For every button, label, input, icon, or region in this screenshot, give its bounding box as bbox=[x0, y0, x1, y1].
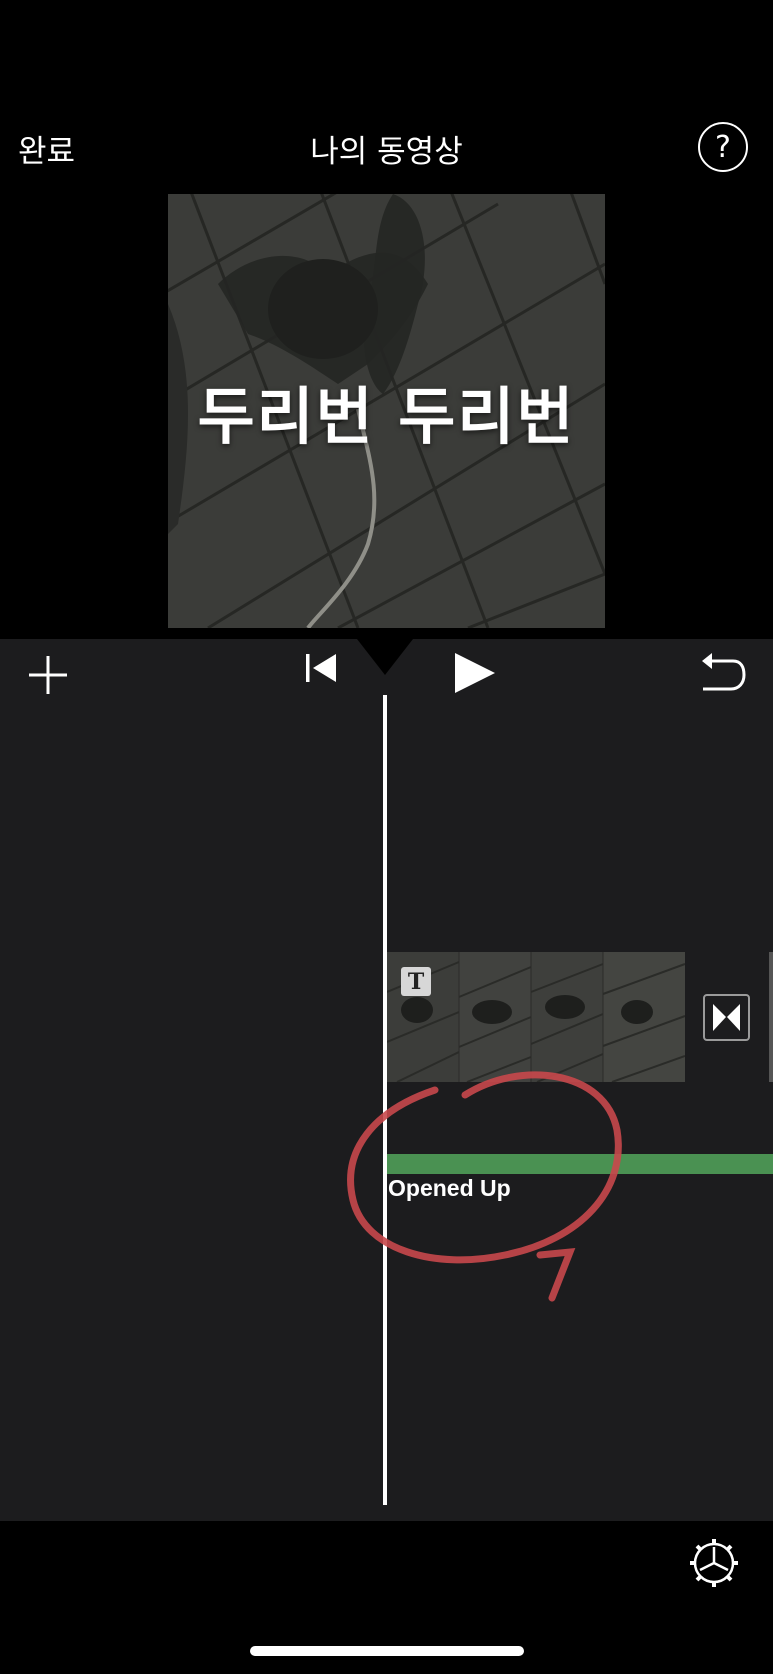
play-icon[interactable] bbox=[453, 651, 497, 695]
gear-icon[interactable] bbox=[688, 1537, 740, 1589]
skip-to-start-icon[interactable] bbox=[305, 653, 339, 683]
transition-icon bbox=[713, 1004, 740, 1031]
plus-icon[interactable] bbox=[27, 654, 69, 696]
title-badge-icon: T bbox=[401, 967, 431, 996]
playhead-marker bbox=[357, 639, 413, 675]
red-circle-annotation bbox=[347, 1071, 622, 1302]
help-button[interactable]: ? bbox=[698, 122, 748, 172]
video-title-overlay: 두리번 두리번 bbox=[197, 380, 576, 453]
help-icon: ? bbox=[715, 129, 731, 165]
next-clip-edge bbox=[769, 952, 773, 1082]
video-preview[interactable]: 두리번 두리번 bbox=[168, 194, 605, 628]
home-indicator[interactable] bbox=[250, 1646, 524, 1656]
project-title: 나의 동영상 bbox=[310, 134, 463, 170]
transition-button[interactable] bbox=[703, 994, 750, 1041]
undo-icon[interactable] bbox=[699, 651, 747, 695]
